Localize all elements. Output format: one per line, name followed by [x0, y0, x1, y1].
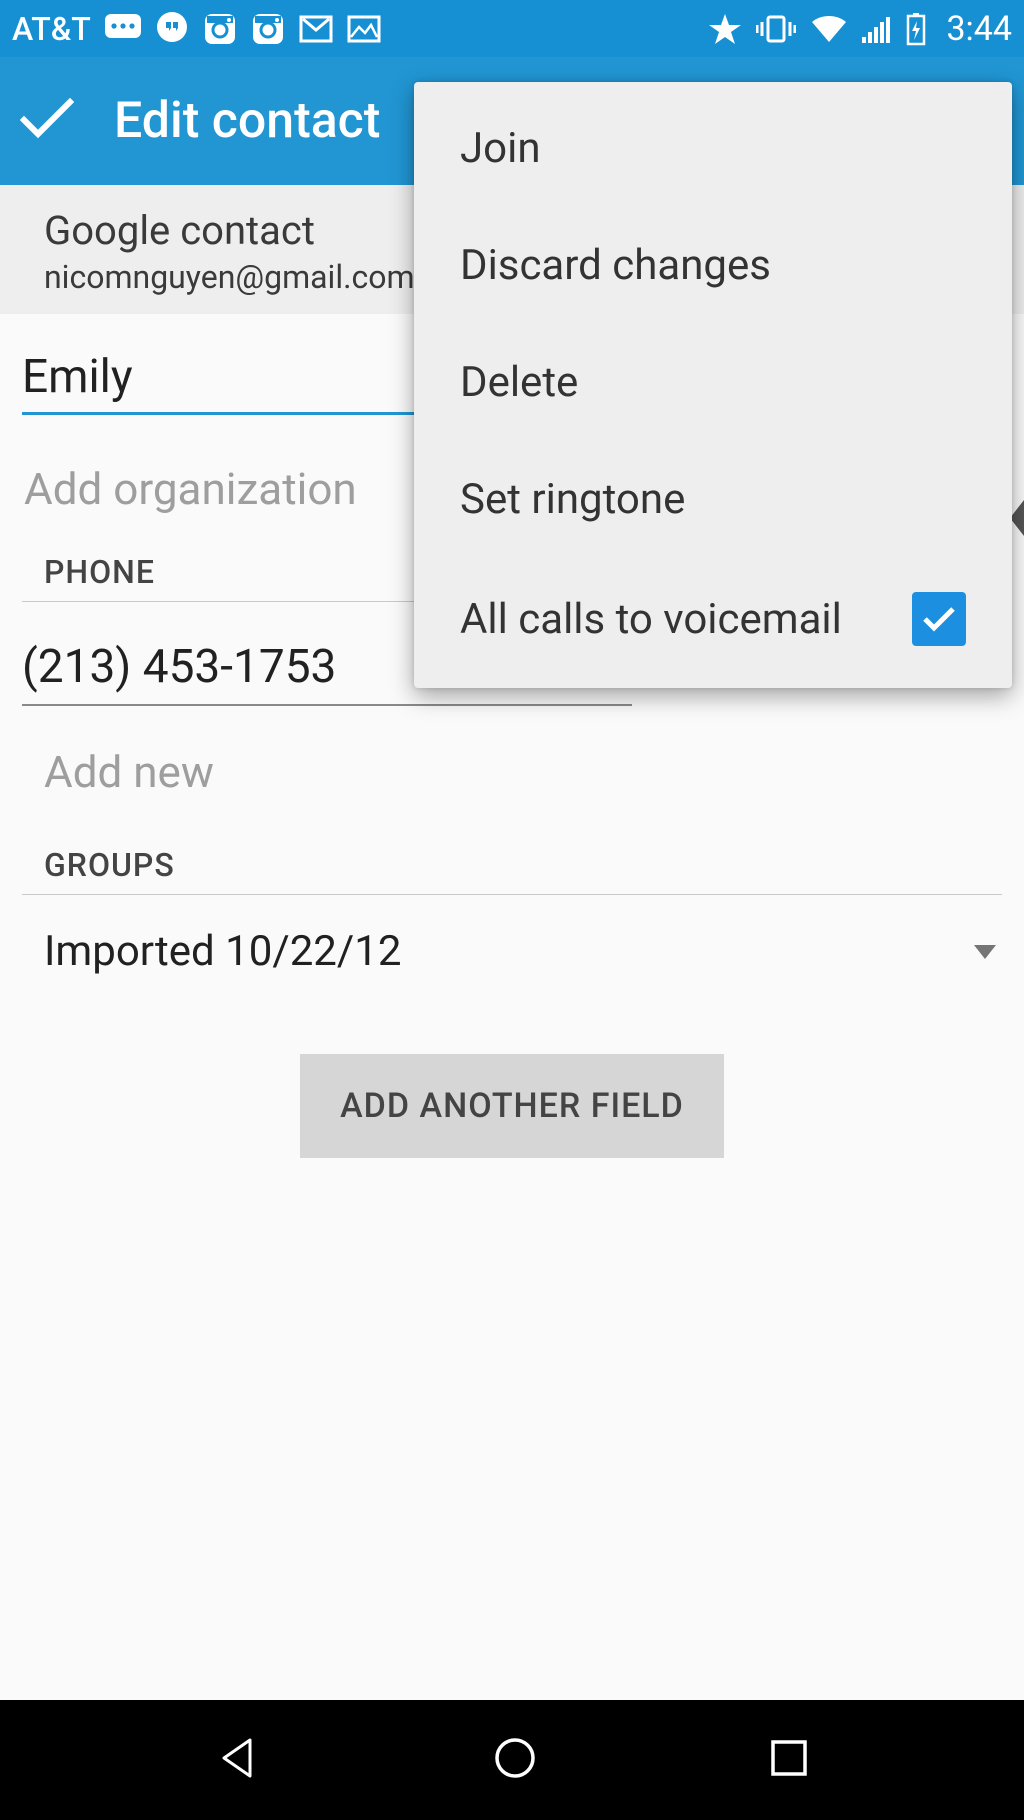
- group-selector[interactable]: Imported 10/22/12: [0, 895, 1024, 1006]
- recent-apps-button[interactable]: [768, 1737, 810, 1783]
- menu-label: Discard changes: [460, 241, 771, 290]
- menu-label: Set ringtone: [460, 475, 685, 524]
- menu-item-join[interactable]: Join: [414, 90, 1012, 207]
- message-icon: [105, 14, 141, 44]
- menu-label: Join: [460, 124, 541, 173]
- home-button[interactable]: [491, 1734, 539, 1786]
- menu-label: All calls to voicemail: [460, 595, 842, 644]
- back-button[interactable]: [214, 1734, 262, 1786]
- fast-scroll-indicator[interactable]: [1010, 500, 1024, 536]
- signal-icon: [862, 15, 892, 43]
- menu-item-delete[interactable]: Delete: [414, 324, 1012, 441]
- clock: 3:44: [946, 9, 1012, 49]
- status-bar: AT&T: [0, 0, 1024, 57]
- star-icon: [708, 12, 742, 46]
- page-title: Edit contact: [114, 92, 380, 150]
- add-new-phone-button[interactable]: Add new: [0, 706, 1024, 846]
- carrier-label: AT&T: [12, 10, 91, 48]
- menu-label: Delete: [460, 358, 578, 407]
- group-value: Imported 10/22/12: [44, 927, 401, 976]
- instagram-icon-2: [251, 12, 285, 46]
- status-left: AT&T: [12, 10, 381, 48]
- navigation-bar: [0, 1700, 1024, 1820]
- wifi-icon: [810, 14, 848, 44]
- image-icon: [347, 15, 381, 43]
- vibrate-icon: [756, 13, 796, 45]
- battery-icon: [906, 12, 926, 46]
- status-right: 3:44: [708, 9, 1012, 49]
- menu-item-ringtone[interactable]: Set ringtone: [414, 441, 1012, 558]
- done-icon[interactable]: [20, 98, 74, 144]
- voicemail-checkbox[interactable]: [912, 592, 966, 646]
- chevron-down-icon: [974, 945, 996, 959]
- hangouts-icon: [155, 12, 189, 46]
- menu-item-voicemail[interactable]: All calls to voicemail: [414, 558, 1012, 680]
- menu-item-discard[interactable]: Discard changes: [414, 207, 1012, 324]
- add-another-field-button[interactable]: ADD ANOTHER FIELD: [300, 1054, 724, 1158]
- overflow-menu: Join Discard changes Delete Set ringtone…: [414, 82, 1012, 688]
- instagram-icon: [203, 12, 237, 46]
- gmail-icon: [299, 15, 333, 43]
- groups-section-label: GROUPS: [22, 846, 1002, 895]
